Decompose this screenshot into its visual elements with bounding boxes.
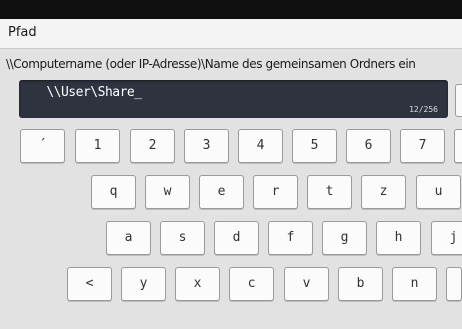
- key-j[interactable]: j: [431, 221, 462, 255]
- key-6[interactable]: 6: [346, 129, 391, 163]
- key-r[interactable]: r: [253, 175, 298, 209]
- key-w[interactable]: w: [145, 175, 190, 209]
- path-input[interactable]: \\User\Share_ 12/256: [19, 80, 448, 118]
- char-count: 12/256: [409, 105, 438, 114]
- key-z[interactable]: z: [361, 175, 406, 209]
- key-m[interactable]: [446, 267, 462, 301]
- key-a[interactable]: a: [106, 221, 151, 255]
- key-d[interactable]: d: [214, 221, 259, 255]
- key-q[interactable]: q: [91, 175, 136, 209]
- key-b[interactable]: b: [338, 267, 383, 301]
- key-c[interactable]: c: [229, 267, 274, 301]
- key-less-than[interactable]: <: [67, 267, 112, 301]
- key-f[interactable]: f: [268, 221, 313, 255]
- side-button[interactable]: [455, 84, 462, 117]
- key-8[interactable]: [454, 129, 462, 163]
- top-strip: [0, 0, 462, 19]
- key-e[interactable]: e: [199, 175, 244, 209]
- key-n[interactable]: n: [392, 267, 437, 301]
- key-x[interactable]: x: [175, 267, 220, 301]
- path-input-value: \\User\Share_: [39, 85, 142, 100]
- window-title: Pfad: [8, 25, 37, 40]
- key-acute[interactable]: ´: [20, 129, 65, 163]
- key-h[interactable]: h: [376, 221, 421, 255]
- key-t[interactable]: t: [307, 175, 352, 209]
- key-1[interactable]: 1: [75, 129, 120, 163]
- key-g[interactable]: g: [322, 221, 367, 255]
- title-bar: Pfad: [0, 19, 462, 49]
- key-3[interactable]: 3: [184, 129, 229, 163]
- key-7[interactable]: 7: [400, 129, 445, 163]
- key-4[interactable]: 4: [238, 129, 283, 163]
- key-u[interactable]: u: [416, 175, 461, 209]
- key-s[interactable]: s: [160, 221, 205, 255]
- key-y[interactable]: y: [121, 267, 166, 301]
- key-5[interactable]: 5: [292, 129, 337, 163]
- key-2[interactable]: 2: [130, 129, 175, 163]
- path-label: \\Computername (oder IP-Adresse)\Name de…: [6, 57, 416, 71]
- key-v[interactable]: v: [284, 267, 329, 301]
